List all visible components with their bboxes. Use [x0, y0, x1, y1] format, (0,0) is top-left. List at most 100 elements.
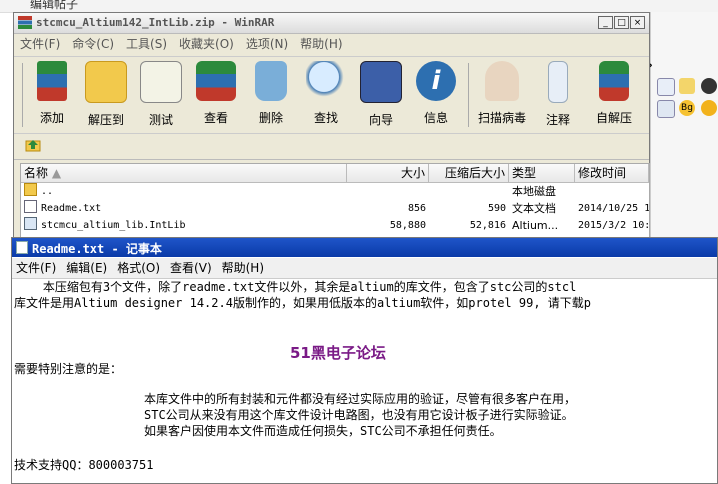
winrar-menubar: 文件(F) 命令(C) 工具(S) 收藏夹(O) 选项(N) 帮助(H): [14, 35, 343, 53]
comment-button[interactable]: 注释: [532, 61, 584, 131]
maximize-button[interactable]: □: [614, 16, 629, 29]
winrar-window: stcmcu_Altium142_IntLib.zip - WinRAR _ □…: [13, 12, 650, 239]
grid-icon[interactable]: [657, 100, 675, 118]
winrar-app-icon: [18, 16, 32, 29]
doctor-icon: [485, 61, 519, 101]
np-menu-edit[interactable]: 编辑(E): [66, 258, 107, 278]
col-type[interactable]: 类型: [509, 164, 575, 182]
text-line: 需要特别注意的是：: [14, 362, 123, 376]
file-row-intlib[interactable]: stcmcu_altium_lib.IntLib 58,880 52,816 A…: [21, 217, 649, 234]
file-modified: 2014/10/25 1: [578, 203, 649, 214]
np-menu-help[interactable]: 帮助(H): [222, 258, 264, 278]
notepad-menubar: 文件(F) 编辑(E) 格式(O) 查看(V) 帮助(H): [12, 258, 717, 279]
virus-scan-label: 扫描病毒: [477, 111, 526, 125]
col-name-label: 名称: [24, 166, 49, 180]
menu-options[interactable]: 选项(N): [246, 35, 288, 53]
text-line: 如果客户因使用本文件而造成任何损失，STC公司不承担任何责任。: [144, 424, 502, 438]
menu-file[interactable]: 文件(F): [20, 35, 60, 53]
recycle-bin-icon: [255, 61, 287, 101]
np-menu-file[interactable]: 文件(F): [16, 258, 56, 278]
add-button[interactable]: 添加: [26, 61, 78, 131]
toolbar-grip: [22, 63, 23, 127]
notepad-app-icon: [16, 241, 28, 254]
test-label: 测试: [148, 113, 173, 127]
file-modified: [575, 183, 649, 200]
np-menu-view[interactable]: 查看(V): [170, 258, 212, 278]
winrar-titlebar[interactable]: stcmcu_Altium142_IntLib.zip - WinRAR _ □…: [14, 13, 649, 34]
menu-favorites[interactable]: 收藏夹(O): [179, 35, 234, 53]
text-file-icon: [24, 200, 37, 213]
file-packed: 590: [487, 203, 506, 214]
notepad-window: Readme.txt - 记事本 文件(F) 编辑(E) 格式(O) 查看(V)…: [11, 237, 718, 484]
test-clipboard-icon: [140, 61, 182, 103]
address-bar: [14, 133, 649, 160]
find-label: 查找: [313, 111, 338, 125]
file-type: 本地磁盘: [512, 185, 556, 198]
intlib-file-icon: [24, 217, 37, 230]
sfx-archive-icon: [599, 61, 629, 101]
wizard-label: 向导: [368, 113, 393, 127]
file-list-header: 名称 ▲ 大小 压缩后大小 类型 修改时间: [21, 164, 649, 183]
menu-commands[interactable]: 命令(C): [72, 35, 114, 53]
minimize-button[interactable]: _: [598, 16, 613, 29]
winrar-toolbar: 添加 解压到 测试 查看 删除 查找 向导 i 信息 扫描病毒 注释 自解压: [14, 56, 649, 134]
info-icon: i: [416, 61, 456, 101]
folder-extract-icon: [85, 61, 127, 103]
notepad-text-area[interactable]: 本压缩包有3个文件，除了readme.txt文件以外，其余是altium的库文件…: [14, 278, 717, 472]
add-archive-icon: [37, 61, 67, 101]
wizard-button[interactable]: 向导: [355, 61, 407, 131]
find-magnifier-icon: [306, 61, 346, 101]
view-button[interactable]: 查看: [190, 61, 242, 131]
file-type: Altium...: [512, 219, 559, 232]
notepad-titlebar[interactable]: Readme.txt - 记事本: [12, 238, 717, 257]
extract-to-button[interactable]: 解压到: [80, 61, 132, 131]
virus-scan-button[interactable]: 扫描病毒: [476, 61, 528, 131]
file-modified: 2015/3/2 10:: [578, 220, 649, 231]
delete-button[interactable]: 删除: [245, 61, 297, 131]
sfx-label: 自解压: [595, 111, 632, 125]
file-packed: 52,816: [469, 220, 506, 231]
col-modified[interactable]: 修改时间: [575, 164, 649, 182]
test-button[interactable]: 测试: [135, 61, 187, 131]
close-button[interactable]: ×: [630, 16, 645, 29]
bg-color-icon[interactable]: Bg: [679, 100, 695, 116]
list-icon[interactable]: [657, 78, 675, 96]
view-label: 查看: [203, 111, 228, 125]
text-line: 技术支持QQ：800003751: [14, 458, 154, 472]
folder-icon: [24, 183, 37, 196]
file-packed: [429, 183, 509, 200]
toolbar-separator: [468, 63, 469, 127]
view-magnifier-icon: [196, 61, 236, 101]
col-name[interactable]: 名称 ▲: [21, 164, 347, 182]
wizard-wand-icon: [360, 61, 402, 103]
winrar-title: stcmcu_Altium142_IntLib.zip - WinRAR: [36, 16, 275, 29]
media-icon[interactable]: [701, 78, 717, 94]
window-controls: _ □ ×: [598, 16, 645, 29]
file-size: 856: [407, 203, 426, 214]
info-button[interactable]: i 信息: [410, 61, 462, 131]
col-size[interactable]: 大小: [347, 164, 429, 182]
text-line: 库文件是用Altium designer 14.2.4版制作的，如果用低版本的a…: [14, 296, 591, 310]
menu-help[interactable]: 帮助(H): [300, 35, 342, 53]
extract-to-label: 解压到: [87, 113, 124, 127]
comment-pen-icon: [548, 61, 568, 103]
file-name: ..: [41, 186, 54, 197]
edit-post-tab[interactable]: 编辑帖子: [30, 0, 78, 12]
up-folder-icon[interactable]: [25, 138, 41, 152]
np-menu-format[interactable]: 格式(O): [117, 258, 160, 278]
file-name: stcmcu_altium_lib.IntLib: [41, 220, 186, 231]
smiley-icon[interactable]: [701, 100, 717, 116]
file-row-parent[interactable]: .. 本地磁盘: [21, 183, 649, 200]
forum-watermark: 51黑电子论坛: [290, 344, 386, 362]
file-size: 58,880: [389, 220, 426, 231]
menu-tools[interactable]: 工具(S): [126, 35, 167, 53]
info-label: 信息: [423, 111, 448, 125]
file-row-readme[interactable]: Readme.txt 856 590 文本文档 2014/10/25 1: [21, 200, 649, 217]
find-button[interactable]: 查找: [300, 61, 352, 131]
col-packed[interactable]: 压缩后大小: [429, 164, 509, 182]
key-icon[interactable]: [679, 78, 695, 94]
comment-label: 注释: [545, 113, 570, 127]
delete-label: 删除: [258, 111, 283, 125]
file-list: 名称 ▲ 大小 压缩后大小 类型 修改时间 .. 本地磁盘 Readme.txt…: [20, 163, 650, 239]
sfx-button[interactable]: 自解压: [588, 61, 640, 131]
